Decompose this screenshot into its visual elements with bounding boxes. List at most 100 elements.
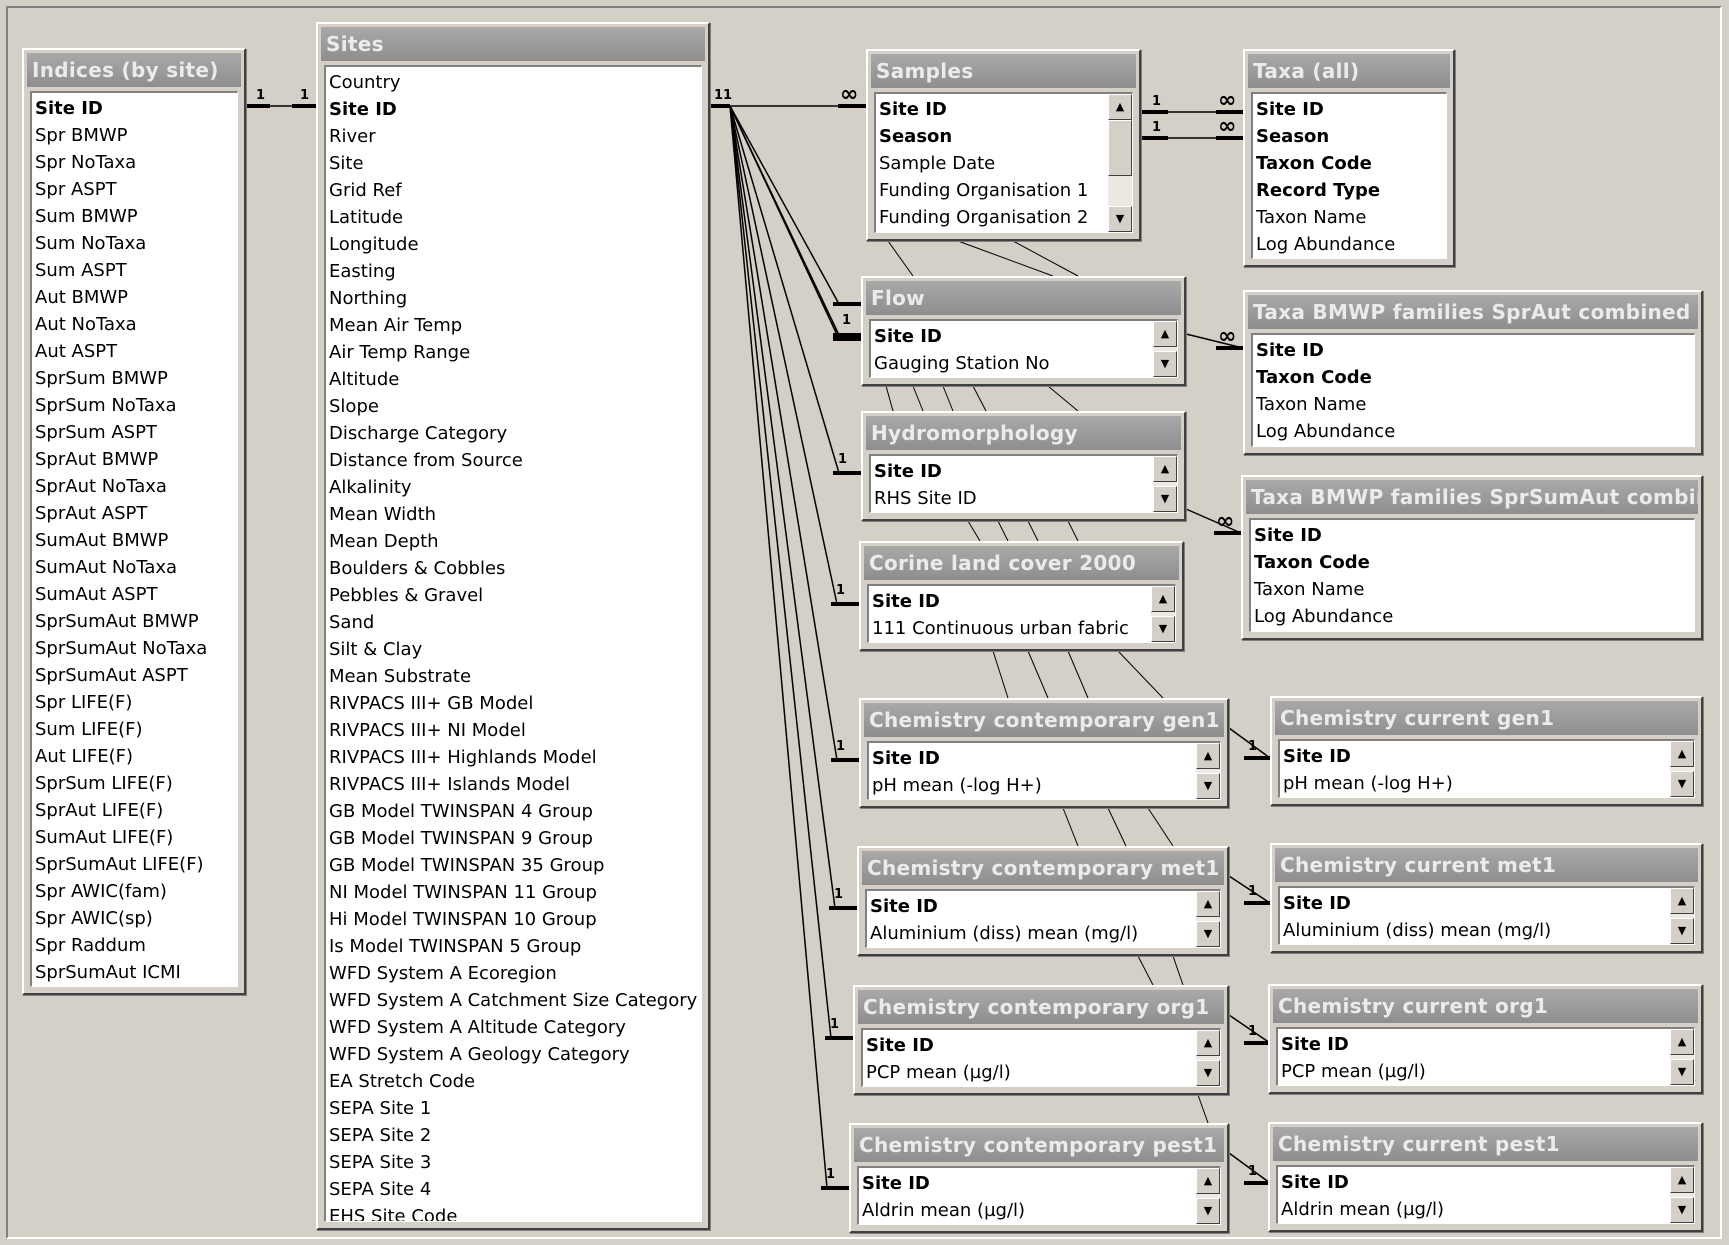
field-item[interactable]: Aldrin mean (µg/l) (1281, 1196, 1668, 1223)
field-item[interactable]: Log Abundance (1256, 231, 1446, 258)
field-item[interactable]: Hi Model TWINSPAN 10 Group (329, 906, 701, 933)
field-item[interactable]: Slope (329, 393, 701, 420)
table-title[interactable]: Chemistry current gen1 (1275, 701, 1698, 735)
background-trace-line[interactable] (1107, 807, 1127, 847)
scroll-down-button[interactable]: ▼ (1670, 918, 1694, 944)
table-indices-by-site[interactable]: Indices (by site) Site ID Spr BMWP Spr NoT… (22, 48, 246, 995)
field-item[interactable]: Pebbles & Gravel (329, 582, 701, 609)
field-item[interactable]: RIVPACS III+ NI Model (329, 717, 701, 744)
field-item[interactable]: Site ID (866, 1032, 1194, 1059)
table-title[interactable]: Corine land cover 2000 (864, 546, 1179, 580)
field-item[interactable]: Aluminium (diss) mean (mg/l) (1283, 917, 1668, 944)
field-item[interactable]: Spr BMWP (35, 122, 237, 149)
table-title[interactable]: Chemistry contemporary pest1 (854, 1128, 1224, 1162)
field-list[interactable]: Site ID PCP mean (µg/l) ▲ ▼ (1276, 1027, 1695, 1086)
field-item[interactable]: SprSum ASPT (35, 419, 237, 446)
table-taxa-bmwp-spraut[interactable]: Taxa BMWP families SprAut combined Site … (1243, 290, 1703, 455)
vertical-scrollbar[interactable]: ▲ ▼ (1670, 1167, 1694, 1223)
field-item[interactable]: Site ID (1281, 1031, 1668, 1058)
scroll-down-button[interactable]: ▼ (1670, 771, 1694, 797)
field-list[interactable]: Country Site ID River Site Grid Ref Latitude L… (324, 65, 702, 1222)
field-item[interactable]: Gauging Station No (874, 350, 1151, 377)
scroll-down-button[interactable]: ▼ (1153, 351, 1177, 377)
table-flow[interactable]: Flow Site ID Gauging Station No ▲ ▼ (861, 276, 1186, 386)
field-item[interactable]: WFD System A Ecoregion (329, 960, 701, 987)
field-list[interactable]: Site ID PCP mean (µg/l) ▲ ▼ (861, 1028, 1221, 1087)
field-item[interactable]: Site ID (329, 96, 701, 123)
scroll-down-button[interactable]: ▼ (1196, 1060, 1220, 1086)
field-item[interactable]: pH mean (-log H+) (1283, 770, 1668, 797)
scroll-up-button[interactable]: ▲ (1196, 891, 1220, 917)
vertical-scrollbar[interactable]: ▲ ▼ (1196, 891, 1220, 947)
field-list[interactable]: Site ID pH mean (-log H+) ▲ ▼ (867, 741, 1221, 800)
field-item[interactable]: Site ID (872, 745, 1194, 772)
field-item[interactable]: River (329, 123, 701, 150)
field-item[interactable]: SumAut NoTaxa (35, 554, 237, 581)
field-item[interactable]: Air Temp Range (329, 339, 701, 366)
table-title[interactable]: Taxa BMWP families SprAut combined (1248, 295, 1698, 329)
field-item[interactable]: Sum LIFE(F) (35, 716, 237, 743)
field-item[interactable]: Distance from Source (329, 447, 701, 474)
background-trace-line[interactable] (1027, 650, 1049, 699)
field-item[interactable]: SprSum LIFE(F) (35, 770, 237, 797)
table-chemistry-contemporary-gen1[interactable]: Chemistry contemporary gen1 Site ID pH me… (859, 698, 1229, 808)
field-item[interactable]: WFD System A Altitude Category (329, 1014, 701, 1041)
table-title[interactable]: Sites (321, 27, 705, 61)
background-trace-line[interactable] (1012, 240, 1079, 277)
field-item[interactable]: NI Model TWINSPAN 11 Group (329, 879, 701, 906)
background-trace-line[interactable] (1147, 807, 1174, 847)
field-item[interactable]: Taxon Code (1254, 549, 1694, 576)
scroll-down-button[interactable]: ▼ (1108, 206, 1132, 232)
field-item[interactable]: Aut NoTaxa (35, 311, 237, 338)
table-chemistry-contemporary-pest1[interactable]: Chemistry contemporary pest1 Site ID Aldr… (849, 1123, 1229, 1233)
field-item[interactable]: SEPA Site 3 (329, 1149, 701, 1176)
table-title[interactable]: Chemistry current met1 (1275, 848, 1698, 882)
scroll-up-button[interactable]: ▲ (1670, 1029, 1694, 1055)
field-list[interactable]: Site ID Spr BMWP Spr NoTaxa Spr ASPT Sum BMW… (30, 91, 238, 987)
field-item[interactable]: SprSumAut ASPT (35, 662, 237, 689)
field-item[interactable]: Site ID (874, 323, 1151, 350)
field-item[interactable]: Discharge Category (329, 420, 701, 447)
field-item[interactable]: Sand (329, 609, 701, 636)
table-title[interactable]: Samples (871, 54, 1136, 88)
field-item[interactable]: Altitude (329, 366, 701, 393)
vertical-scrollbar[interactable]: ▲ ▼ (1196, 1168, 1220, 1224)
table-sites[interactable]: Sites Country Site ID River Site Grid Ref Lat… (316, 22, 710, 1230)
vertical-scrollbar[interactable]: ▲ ▼ (1670, 888, 1694, 944)
relationship-line[interactable] (729, 105, 832, 1039)
field-item[interactable]: Site ID (1256, 337, 1694, 364)
field-item[interactable]: SprAut NoTaxa (35, 473, 237, 500)
field-item[interactable]: Funding Organisation 1 (879, 177, 1106, 204)
field-item[interactable]: Mean Substrate (329, 663, 701, 690)
field-item[interactable]: Taxon Code (1256, 364, 1694, 391)
vertical-scrollbar[interactable]: ▲ ▼ (1151, 586, 1175, 642)
field-item[interactable]: SEPA Site 2 (329, 1122, 701, 1149)
scroll-up-button[interactable]: ▲ (1151, 586, 1175, 612)
scroll-down-button[interactable]: ▼ (1153, 486, 1177, 512)
field-item[interactable]: Site ID (872, 588, 1149, 615)
field-item[interactable]: Spr AWIC(sp) (35, 905, 237, 932)
field-item[interactable]: Aut ASPT (35, 338, 237, 365)
field-list[interactable]: Site ID Aldrin mean (µg/l) ▲ ▼ (1276, 1165, 1695, 1224)
field-item[interactable]: RIVPACS III+ Islands Model (329, 771, 701, 798)
field-item[interactable]: SprSumAut NoTaxa (35, 635, 237, 662)
field-list[interactable]: Site ID Season Taxon Code Record Type Taxon … (1251, 92, 1447, 259)
vertical-scrollbar[interactable]: ▲ ▼ (1196, 743, 1220, 799)
field-item[interactable]: SumAut BMWP (35, 527, 237, 554)
field-item[interactable]: SprSumAut BMWP (35, 608, 237, 635)
background-trace-line[interactable] (1047, 385, 1079, 412)
field-item[interactable]: Site ID (35, 95, 237, 122)
field-list[interactable]: Site ID pH mean (-log H+) ▲ ▼ (1278, 739, 1695, 798)
field-item[interactable]: Log Abundance (1256, 418, 1694, 445)
field-item[interactable]: SprAut LIFE(F) (35, 797, 237, 824)
field-item[interactable]: Silt & Clay (329, 636, 701, 663)
background-trace-line[interactable] (1027, 520, 1039, 542)
scroll-up-button[interactable]: ▲ (1196, 743, 1220, 769)
field-item[interactable]: Sum BMWP (35, 203, 237, 230)
vertical-scrollbar[interactable]: ▲ ▼ (1670, 1029, 1694, 1085)
field-item[interactable]: SprSumAut LIFE(F) (35, 851, 237, 878)
field-list[interactable]: Site ID Taxon Code Taxon Name Log Abundance (1251, 333, 1695, 447)
field-item[interactable]: Is Model TWINSPAN 5 Group (329, 933, 701, 960)
table-corine-land-cover-2000[interactable]: Corine land cover 2000 Site ID 111 Contin… (859, 541, 1184, 651)
field-item[interactable]: Log Abundance (1254, 603, 1694, 630)
